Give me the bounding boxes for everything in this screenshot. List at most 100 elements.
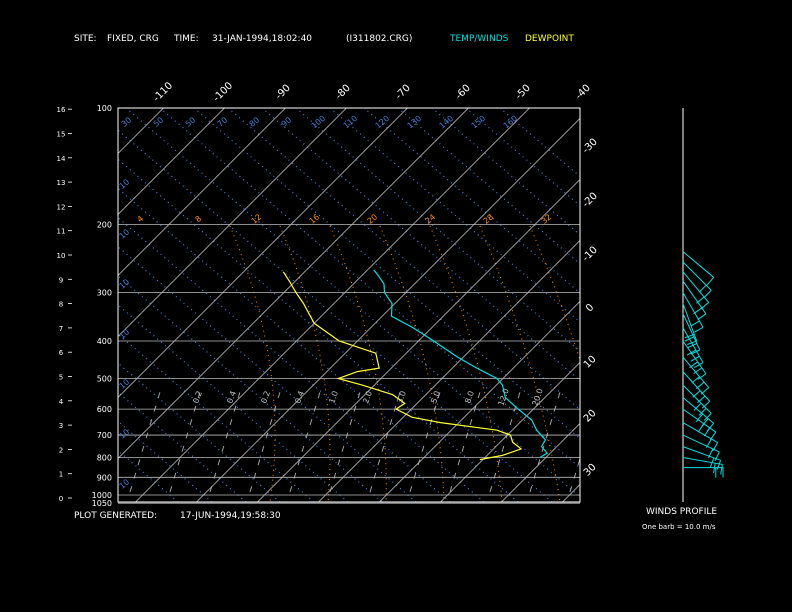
dry-adiabat-label: 10 bbox=[118, 277, 132, 290]
mixing-ratio-label: 0.4 bbox=[293, 390, 306, 405]
plot-generated-value: 17-JUN-1994,19:58:30 bbox=[180, 511, 281, 521]
wind-barb-flag bbox=[690, 355, 700, 362]
isotherm-line bbox=[118, 108, 225, 216]
right-temp-tick-label: 10 bbox=[582, 354, 599, 371]
pressure-tick-label: 300 bbox=[97, 289, 112, 298]
right-temp-tick-label: -10 bbox=[581, 245, 600, 264]
mixing-ratio-label: 3.0 bbox=[395, 390, 408, 405]
dry-adiabat-label: 50 bbox=[184, 115, 198, 128]
moist-adiabat-label: 24 bbox=[424, 212, 438, 225]
winds-profile-title: WINDS PROFILE bbox=[646, 507, 718, 517]
isotherm-line bbox=[0, 108, 41, 502]
dry-adiabat-label: 10 bbox=[118, 327, 132, 340]
wind-barb-flag bbox=[693, 307, 703, 315]
dry-adiabat-line bbox=[118, 362, 281, 502]
wind-barb-flag bbox=[692, 390, 701, 398]
dry-adiabat-line bbox=[118, 333, 315, 502]
isotherm-line bbox=[118, 108, 408, 399]
wind-barb-flag bbox=[720, 464, 723, 475]
top-temp-tick-label: -50 bbox=[514, 83, 533, 102]
dry-adiabat-line bbox=[431, 108, 580, 236]
isotherm-line bbox=[0, 108, 102, 502]
height-tick-label: 13 bbox=[57, 179, 66, 187]
dry-adiabat-label: 30 bbox=[120, 115, 134, 128]
wind-barb bbox=[682, 251, 714, 278]
wind-barb-flag bbox=[709, 431, 717, 441]
wind-barb-flag bbox=[703, 289, 712, 298]
dry-adiabat-line bbox=[295, 108, 580, 353]
moist-adiabat-label: 32 bbox=[540, 212, 554, 225]
isotherm-lines bbox=[0, 108, 792, 502]
dry-adiabat-label: 110 bbox=[342, 114, 359, 131]
height-tick-label: 11 bbox=[57, 228, 66, 236]
dry-adiabat-line bbox=[329, 108, 580, 323]
wind-barb-flag bbox=[706, 276, 715, 286]
wind-barb-flag bbox=[701, 400, 711, 409]
pressure-tick-label: 200 bbox=[97, 220, 112, 229]
height-tick-label: 0 bbox=[59, 495, 63, 503]
dry-adiabat-line bbox=[159, 108, 580, 469]
isotherm-line bbox=[118, 108, 286, 277]
dry-adiabat-line bbox=[118, 275, 383, 502]
top-temp-tick-label: -100 bbox=[211, 80, 235, 104]
right-temp-tick-label: 20 bbox=[582, 408, 599, 425]
wind-barb-flag bbox=[696, 381, 705, 389]
dewpoint-line bbox=[282, 271, 523, 461]
moist-adiabat-line bbox=[279, 225, 331, 502]
dry-adiabat-line bbox=[118, 449, 179, 502]
height-tick-label: 8 bbox=[59, 301, 63, 309]
height-tick-label: 9 bbox=[59, 276, 63, 284]
wind-barb-flag bbox=[705, 438, 712, 448]
moist-adiabat-label: 12 bbox=[250, 212, 264, 225]
pressure-tick-label: 600 bbox=[97, 405, 112, 414]
wind-barb bbox=[682, 340, 707, 375]
mixing-ratio-label: 0.2 bbox=[191, 390, 204, 405]
top-temp-tick-label: -60 bbox=[454, 83, 473, 102]
wind-barb-flag bbox=[700, 302, 710, 310]
isotherm-line bbox=[440, 361, 580, 502]
top-temp-tick-label: -40 bbox=[574, 83, 593, 102]
dry-adiabat-line bbox=[118, 420, 213, 502]
top-temp-tick-label: -70 bbox=[394, 83, 413, 102]
pressure-tick-label: 900 bbox=[97, 473, 112, 482]
pressure-tick-label: 700 bbox=[97, 431, 112, 440]
dry-adiabat-label: 160 bbox=[502, 114, 519, 131]
sounding-series bbox=[282, 269, 549, 461]
right-temp-tick-label: -30 bbox=[581, 137, 600, 156]
isotherm-line bbox=[745, 108, 792, 502]
dry-adiabat-line bbox=[261, 108, 580, 382]
dry-adiabat-line bbox=[118, 187, 485, 502]
dry-adiabat-line bbox=[118, 304, 349, 502]
dry-adiabat-label: 150 bbox=[470, 114, 487, 131]
dry-adiabat-line bbox=[363, 108, 580, 294]
height-tick-label: 4 bbox=[59, 398, 64, 406]
isotherm-line bbox=[562, 483, 580, 502]
mixing-ratio-label: 8.0 bbox=[463, 390, 476, 405]
isotherm-line bbox=[257, 178, 580, 502]
dry-adiabat-label: 80 bbox=[248, 115, 262, 128]
dry-adiabat-label: 90 bbox=[280, 115, 294, 128]
moist-adiabat-line bbox=[429, 225, 503, 502]
wind-barb bbox=[682, 292, 704, 328]
right-temp-tick-label: -20 bbox=[581, 191, 600, 210]
dry-adiabat-label: 70 bbox=[216, 115, 230, 128]
wind-barb-flag bbox=[698, 284, 707, 293]
isotherm-line bbox=[623, 108, 792, 502]
wind-barb-flag bbox=[697, 313, 707, 320]
wind-barb-flag bbox=[691, 376, 700, 384]
moist-adiabat-label: 20 bbox=[366, 212, 380, 225]
height-tick-label: 14 bbox=[57, 155, 66, 163]
dry-adiabat-label: 10 bbox=[118, 227, 132, 240]
dry-adiabat-label: 10 bbox=[118, 377, 132, 390]
dry-adiabat-line bbox=[465, 108, 580, 207]
mixing-ratio-label: 0.2 bbox=[259, 390, 272, 405]
isotherm-line bbox=[379, 300, 580, 502]
moist-adiabat-label: 8 bbox=[194, 214, 204, 224]
dry-adiabat-line bbox=[227, 108, 580, 411]
top-temp-tick-label: -110 bbox=[151, 80, 175, 104]
wind-barb-flag bbox=[694, 326, 704, 333]
winds-profile-note: One barb = 10.0 m/s bbox=[642, 523, 716, 531]
dry-adiabat-line bbox=[397, 108, 580, 265]
isotherm-line bbox=[318, 239, 580, 502]
temperature-line bbox=[373, 269, 549, 459]
